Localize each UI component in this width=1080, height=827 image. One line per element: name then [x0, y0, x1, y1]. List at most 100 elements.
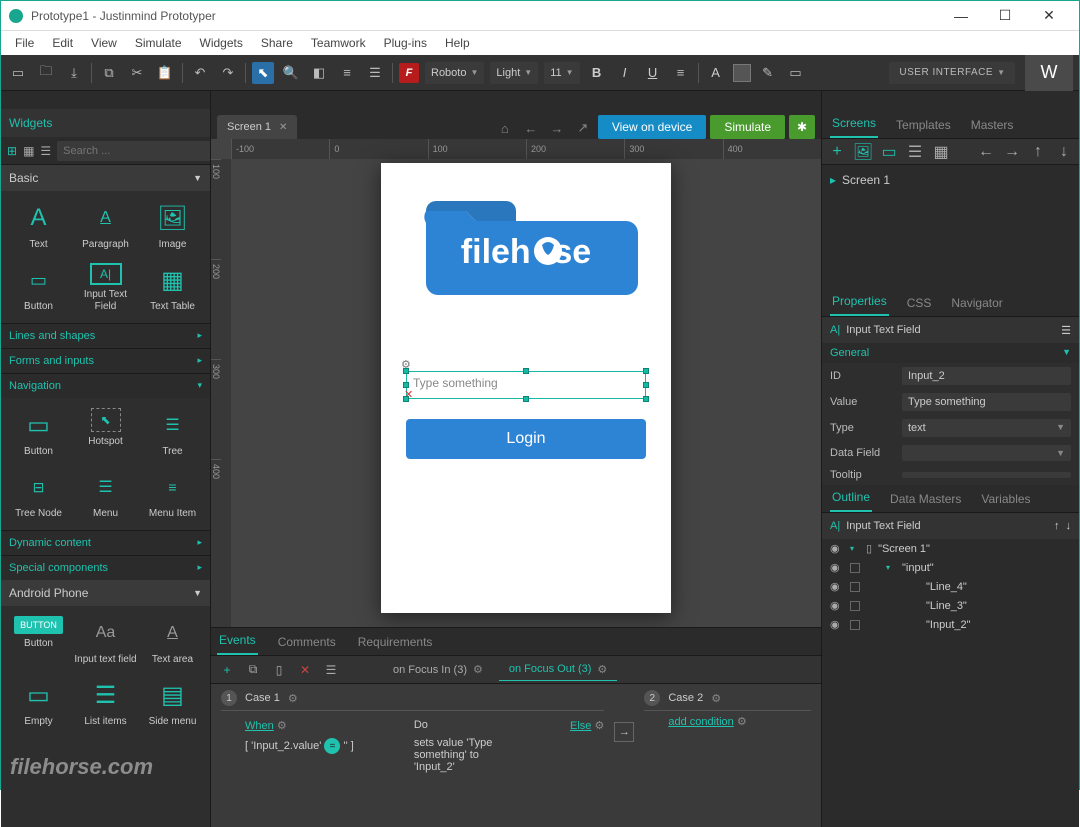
- home-nav-icon[interactable]: ⌂: [494, 117, 516, 139]
- widget-nav-button[interactable]: ▭Button: [7, 404, 70, 462]
- when-link[interactable]: When: [245, 720, 274, 732]
- add-screen-icon[interactable]: +: [828, 143, 846, 161]
- menu-teamwork[interactable]: Teamwork: [303, 36, 374, 50]
- resize-handle[interactable]: [643, 368, 649, 374]
- workspace-badge[interactable]: W: [1025, 55, 1073, 91]
- menu-edit[interactable]: Edit: [44, 36, 81, 50]
- phone-empty[interactable]: ▭Empty: [7, 674, 70, 732]
- basic-category-select[interactable]: Basic▼: [1, 165, 210, 191]
- general-section[interactable]: General▼: [822, 343, 1079, 363]
- canvas-area[interactable]: -100 0 100 200 300 400 100 200 300 400 f…: [211, 139, 821, 627]
- phone-sidemenu[interactable]: ▤Side menu: [141, 674, 204, 732]
- forward-nav-icon[interactable]: →: [546, 117, 568, 139]
- options-icon[interactable]: ☰: [321, 660, 341, 680]
- resize-handle[interactable]: [643, 396, 649, 402]
- menu-share[interactable]: Share: [253, 36, 301, 50]
- phone-button[interactable]: BUTTONButton: [7, 612, 70, 670]
- tab-variables[interactable]: Variables: [979, 486, 1032, 512]
- widget-menu[interactable]: ☰Menu: [74, 466, 137, 524]
- underline-button[interactable]: U: [642, 62, 664, 84]
- font-family-select[interactable]: Roboto▼: [425, 62, 484, 84]
- resize-handle[interactable]: [403, 382, 409, 388]
- fill-color-swatch[interactable]: [733, 64, 751, 82]
- outline-row-line3[interactable]: ◉"Line_3": [822, 596, 1079, 615]
- resize-handle[interactable]: [403, 368, 409, 374]
- eyedropper-icon[interactable]: ✎: [757, 62, 779, 84]
- widget-text[interactable]: AText: [7, 197, 70, 255]
- tab-navigator[interactable]: Navigator: [949, 290, 1004, 316]
- widget-search-input[interactable]: [57, 141, 211, 161]
- tab-requirements[interactable]: Requirements: [356, 629, 435, 655]
- phone-textarea[interactable]: AText area: [141, 612, 204, 670]
- border-icon[interactable]: ▭: [785, 62, 807, 84]
- datafield-select[interactable]: ▼: [902, 445, 1071, 461]
- tab-screens[interactable]: Screens: [830, 110, 878, 138]
- paste-icon[interactable]: 📋: [154, 62, 176, 84]
- tooltip-input[interactable]: [902, 472, 1071, 478]
- font-weight-select[interactable]: Light▼: [490, 62, 538, 84]
- menu-plugins[interactable]: Plug-ins: [376, 36, 435, 50]
- maximize-button[interactable]: ☐: [983, 1, 1027, 31]
- widget-menuitem[interactable]: ≡Menu Item: [141, 466, 204, 524]
- menu-widgets[interactable]: Widgets: [192, 36, 251, 50]
- screen-item[interactable]: ▸Screen 1: [830, 171, 1071, 189]
- widget-button[interactable]: ▭Button: [7, 259, 70, 317]
- login-button-widget[interactable]: Login: [406, 419, 646, 459]
- italic-button[interactable]: I: [614, 62, 636, 84]
- selected-input-widget[interactable]: ⚙ ✕ Type something: [406, 371, 646, 399]
- tab-properties[interactable]: Properties: [830, 288, 889, 316]
- widget-paragraph[interactable]: AParagraph: [74, 197, 137, 255]
- lock-checkbox[interactable]: [850, 620, 860, 630]
- copy-event-icon[interactable]: ⧉: [243, 660, 263, 680]
- add-widget-icon[interactable]: ⊞: [7, 141, 17, 161]
- eye-icon[interactable]: ◉: [830, 542, 844, 555]
- list-view-icon[interactable]: ☰: [906, 143, 924, 161]
- outline-row-line4[interactable]: ◉"Line_4": [822, 577, 1079, 596]
- jump-nav-icon[interactable]: ↗: [572, 117, 594, 139]
- distribute-icon[interactable]: ☰: [364, 62, 386, 84]
- focus-in-tab[interactable]: on Focus In (3) ⚙: [383, 659, 493, 680]
- pointer-tool-icon[interactable]: ⬉: [252, 62, 274, 84]
- focus-out-tab[interactable]: on Focus Out (3) ⚙: [499, 659, 617, 681]
- nav-right-icon[interactable]: →: [1003, 143, 1021, 161]
- tab-templates[interactable]: Templates: [894, 112, 953, 138]
- grid-view-icon[interactable]: ▦: [932, 143, 950, 161]
- redo-icon[interactable]: ↷: [217, 62, 239, 84]
- gear-icon[interactable]: ⚙: [597, 663, 607, 676]
- eraser-icon[interactable]: ◧: [308, 62, 330, 84]
- type-select[interactable]: text▼: [902, 419, 1071, 437]
- tab-events[interactable]: Events: [217, 627, 258, 655]
- workspace-selector[interactable]: USER INTERFACE▼: [889, 62, 1015, 84]
- image-screen-icon[interactable]: 🖼: [854, 143, 872, 161]
- resize-handle[interactable]: [523, 396, 529, 402]
- text-color-icon[interactable]: A: [705, 62, 727, 84]
- simulate-button[interactable]: Simulate: [710, 115, 785, 139]
- resize-handle[interactable]: [643, 382, 649, 388]
- resize-handle[interactable]: [403, 396, 409, 402]
- widget-tree[interactable]: ☰Tree: [141, 404, 204, 462]
- expand-icon[interactable]: ▾: [850, 544, 860, 553]
- cat-special[interactable]: Special components▸: [1, 555, 210, 580]
- gear-icon[interactable]: ⚙: [288, 692, 298, 705]
- menu-file[interactable]: File: [7, 36, 42, 50]
- widget-hotspot[interactable]: ⬉Hotspot: [74, 404, 137, 462]
- align-icon[interactable]: ≡: [336, 62, 358, 84]
- outline-row-screen[interactable]: ◉▾▯"Screen 1": [822, 539, 1079, 558]
- cat-dynamic[interactable]: Dynamic content▸: [1, 530, 210, 555]
- minimize-button[interactable]: —: [939, 1, 983, 31]
- gear-icon[interactable]: ⚙: [473, 663, 483, 676]
- nav-left-icon[interactable]: ←: [977, 143, 995, 161]
- phone-list[interactable]: ☰List items: [74, 674, 137, 732]
- folder-icon[interactable]: ▭: [880, 143, 898, 161]
- eye-icon[interactable]: ◉: [830, 561, 844, 574]
- tab-datamasters[interactable]: Data Masters: [888, 486, 963, 512]
- menu-help[interactable]: Help: [437, 36, 478, 50]
- tab-outline[interactable]: Outline: [830, 484, 872, 512]
- save-icon[interactable]: ⤓: [63, 62, 85, 84]
- zoom-tool-icon[interactable]: 🔍: [280, 62, 302, 84]
- move-up-icon[interactable]: ↑: [1054, 520, 1060, 532]
- outline-row-input2[interactable]: ◉"Input_2": [822, 615, 1079, 634]
- delete-event-icon[interactable]: ✕: [295, 660, 315, 680]
- widget-table[interactable]: ▦Text Table: [141, 259, 204, 317]
- nav-down-icon[interactable]: ↓: [1055, 143, 1073, 161]
